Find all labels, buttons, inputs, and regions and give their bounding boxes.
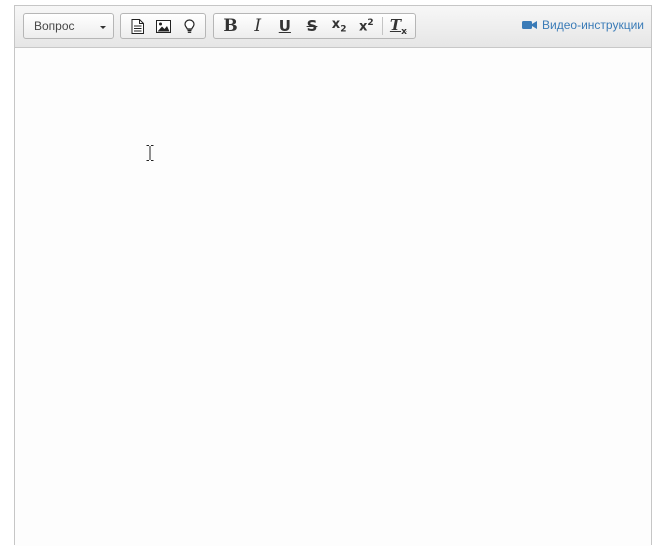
text-cursor-icon [146, 145, 154, 161]
editor-content-area[interactable] [15, 48, 651, 546]
image-icon [155, 19, 171, 33]
superscript-button[interactable]: x2 [353, 15, 380, 37]
bold-icon: B [223, 16, 238, 36]
insert-image-button[interactable] [150, 15, 176, 37]
underline-icon: U [278, 17, 291, 35]
rich-text-editor: Вопрос B I U S x2 x2 Tx Видео-инструкции [14, 5, 652, 546]
document-icon [131, 18, 144, 34]
clear-format-button[interactable]: Tx [385, 15, 412, 37]
editor-toolbar: Вопрос B I U S x2 x2 Tx Видео-инструкции [15, 6, 651, 48]
italic-icon: I [254, 16, 262, 36]
superscript-icon: x2 [359, 18, 374, 34]
insert-hint-button[interactable] [176, 15, 202, 37]
insert-button-group [120, 13, 206, 39]
strikethrough-button[interactable]: S [298, 15, 325, 37]
video-instructions-label: Видео-инструкции [542, 18, 644, 32]
clear-format-base: T [389, 15, 402, 34]
subscript-button[interactable]: x2 [326, 15, 353, 37]
format-select[interactable]: Вопрос [23, 13, 114, 39]
caret-down-icon [100, 26, 106, 29]
insert-document-button[interactable] [124, 15, 150, 37]
italic-button[interactable]: I [244, 15, 271, 37]
underline-button[interactable]: U [271, 15, 298, 37]
strikethrough-icon: S [306, 17, 318, 35]
video-camera-icon [522, 20, 538, 30]
lightbulb-icon [183, 18, 195, 34]
clear-format-icon: Tx [390, 16, 407, 37]
format-select-value: Вопрос [34, 19, 75, 33]
video-instructions-link[interactable]: Видео-инструкции [522, 18, 644, 32]
format-button-group: B I U S x2 x2 Tx [213, 13, 416, 39]
superscript-mark: 2 [367, 17, 374, 28]
clear-format-mark: x [401, 26, 407, 37]
subscript-base: x [331, 17, 341, 33]
subscript-mark: 2 [340, 24, 347, 35]
toolbar-separator [381, 17, 383, 35]
subscript-icon: x2 [332, 17, 347, 35]
bold-button[interactable]: B [217, 15, 244, 37]
